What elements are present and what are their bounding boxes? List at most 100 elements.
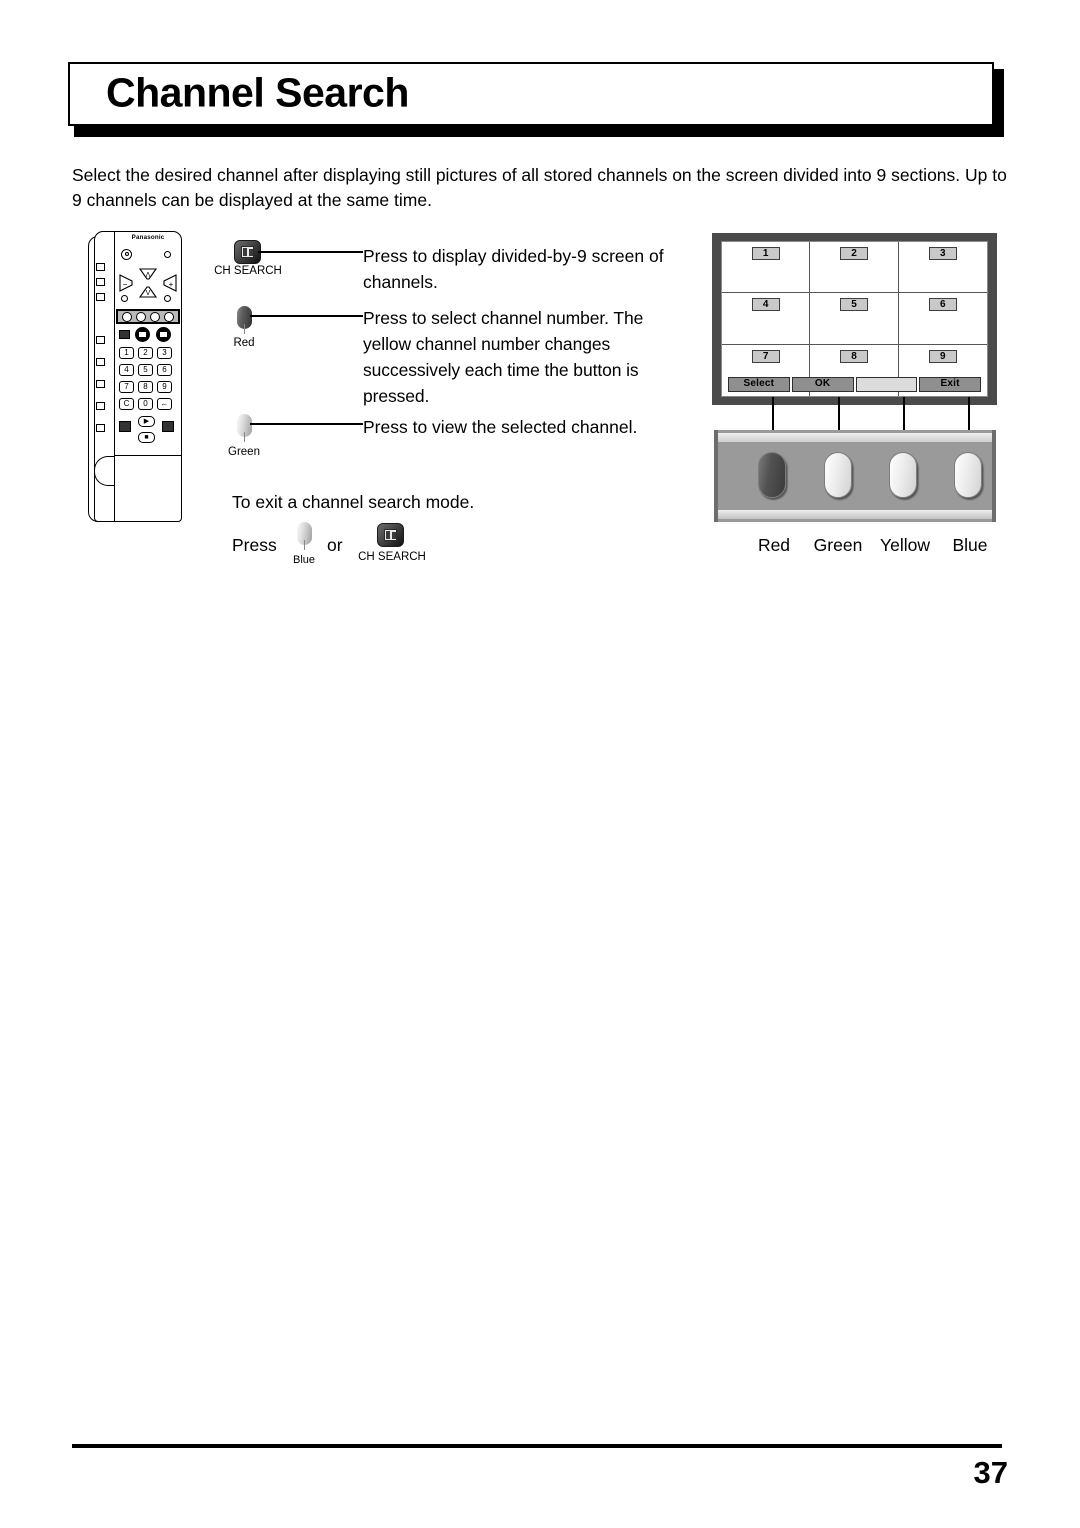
channel-badge: 5 [839,298,868,312]
remote-key-3: 3 [157,347,172,359]
title-box: Channel Search [68,62,994,126]
remote-key-6: 6 [157,364,172,376]
svg-text:−: − [123,280,128,289]
channel-badge: 7 [751,349,780,363]
exit-or-label: or [327,535,343,555]
remote-prev-button [119,421,131,432]
ch-search-glyph-exit [384,529,397,541]
channel-badge: 9 [928,349,957,363]
panel-blue-button [954,452,982,498]
color-label-yellow: Yellow [880,535,930,555]
remote-control-illustration: Panasonic Λ V − + 1 2 3 4 5 6 7 8 9 C 0 … [88,231,182,522]
tv-grid-cell: 6 [898,293,987,345]
remote-green-button [136,311,146,322]
remote-ch-search-button [135,327,150,342]
green-callout-text: Press to view the selected channel. [363,417,638,437]
remote-color-button-row [116,309,180,324]
blue-callout-label: Blue [292,554,316,566]
channel-badge: 6 [928,298,957,312]
color-label-blue: Blue [952,535,988,555]
panel-right-edge [992,430,996,522]
remote-key-8: 8 [138,381,153,393]
ch-search-icon [234,240,261,264]
red-callout-label: Red [233,337,255,349]
svg-text:Λ: Λ [146,272,151,279]
intro-paragraph: Select the desired channel after display… [72,165,1007,210]
remote-key-2: 2 [138,347,153,359]
green-callout-line [250,423,363,426]
ch-search-callout-label: CH SEARCH [214,265,282,277]
remote-key-9: 9 [157,381,172,393]
remote-yellow-button [150,311,160,322]
remote-dpad: Λ V − + [118,267,178,299]
remote-key-7: 7 [119,381,134,393]
green-button-icon [237,414,252,442]
red-callout-text: Press to select channel number. The yell… [363,308,644,406]
panel-green-button [824,452,852,498]
remote-key-4: 4 [119,364,134,376]
remote-index-key-icon [119,330,130,339]
page-title: Channel Search [106,69,409,116]
red-button-stem [243,324,246,334]
remote-red-button [122,311,132,322]
remote-key-1: 1 [119,347,134,359]
panel-yellow-button [889,452,917,498]
tv-screen-grid: 1 2 3 4 5 6 7 8 9 Select OK Exit [721,241,988,397]
channel-badge: 4 [751,298,780,312]
svg-text:+: + [169,280,174,289]
red-callout-line [250,315,363,318]
exit-mode-heading: To exit a channel search mode. [232,492,475,512]
remote-side-key-c-icon [96,380,105,388]
ch-search-glyph [241,246,254,258]
green-button-stem [243,432,246,442]
osd-segment-select: Select [728,377,790,392]
remote-side-key-text-icon [96,293,105,301]
remote-key-back: ← [157,398,172,410]
remote-side-key-e-icon [96,424,105,432]
osd-segment-blank [855,377,918,392]
remote-lid-divider [114,455,182,457]
footer-divider [72,1444,1002,1448]
remote-lid-grip [94,456,114,486]
remote-side-key-music-icon [96,278,105,286]
page-title-banner: Channel Search [68,62,1004,137]
blue-button-stem [303,540,306,550]
remote-key-5: 5 [138,364,153,376]
osd-guide-bar: Select OK Exit [728,377,981,392]
red-button-icon [237,306,252,334]
exit-press-label: Press [232,535,277,555]
blue-button-icon [297,522,312,550]
remote-key-c: C [119,398,134,410]
tv-grid-cell: 2 [810,242,899,294]
remote-brand-label: Panasonic [131,234,165,241]
tv-grid-cell: 4 [722,293,811,345]
remote-blue-button [164,311,174,322]
remote-side-key-tv-icon [96,263,105,271]
ch-search-icon-exit [377,523,404,547]
remote-side-key-a-icon [96,336,105,344]
panel-red-button [758,452,786,498]
remote-multi-window-button [156,327,171,342]
tv-color-button-panel [714,430,996,522]
svg-text:V: V [146,290,151,297]
remote-play-button: ▶ [138,416,155,427]
color-label-green: Green [813,535,863,555]
channel-badge: 1 [751,247,780,260]
remote-stop-button: ■ [138,432,155,443]
green-callout-label: Green [228,446,260,458]
tv-grid-cell: 5 [810,293,899,345]
osd-segment-ok: OK [791,377,854,392]
tv-screen-illustration: 1 2 3 4 5 6 7 8 9 Select OK Exit [712,233,997,405]
page-number: 37 [973,1455,1008,1490]
ch-search-callout-text: Press to display divided-by-9 screen of … [363,246,664,292]
panel-top-trim [718,433,992,442]
color-label-red: Red [757,535,791,555]
osd-segment-exit: Exit [919,377,981,392]
channel-badge: 3 [928,247,957,260]
remote-top-right-dot [164,251,171,258]
panel-left-edge [714,430,718,522]
remote-side-key-b-icon [96,358,105,366]
ch-search-exit-label: CH SEARCH [358,551,426,563]
channel-badge: 8 [839,349,868,363]
remote-key-0: 0 [138,398,153,410]
